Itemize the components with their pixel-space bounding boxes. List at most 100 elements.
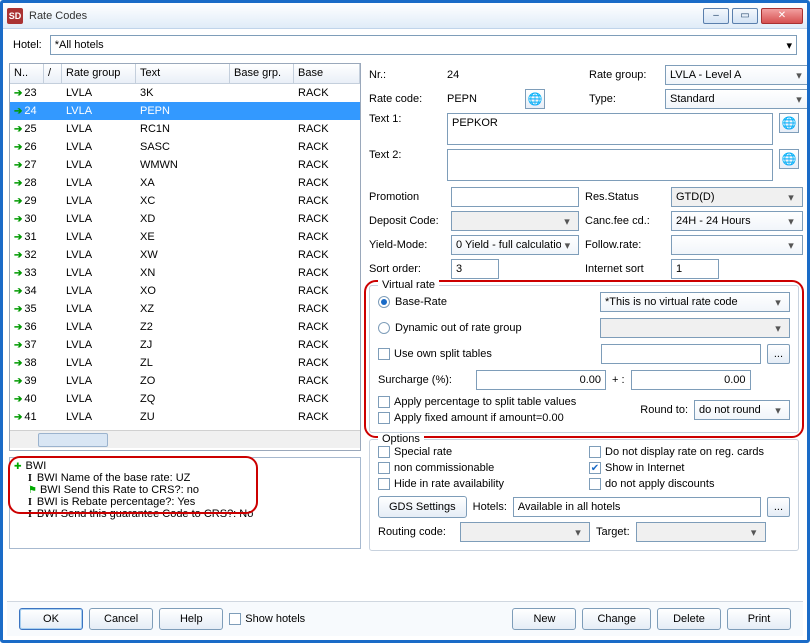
col-num[interactable]: N.. xyxy=(10,64,44,83)
new-button[interactable]: New xyxy=(512,608,576,630)
yield-select[interactable]: 0 Yield - full calculation▾ xyxy=(451,235,579,255)
hotels-input[interactable]: Available in all hotels xyxy=(513,497,761,517)
table-row[interactable]: 41LVLAZURACK xyxy=(10,408,360,426)
app-icon: SD xyxy=(7,8,23,24)
round-label: Round to: xyxy=(640,404,688,416)
horizontal-scrollbar[interactable] xyxy=(10,430,360,448)
routing-select[interactable]: ▾ xyxy=(460,522,590,542)
col-basegrp[interactable]: Base grp. xyxy=(230,64,294,83)
plus-input[interactable]: 0.00 xyxy=(631,370,751,390)
type-label: Type: xyxy=(589,93,659,105)
chevron-down-icon: ▾ xyxy=(786,39,792,52)
target-label: Target: xyxy=(596,526,630,538)
surcharge-label: Surcharge (%): xyxy=(378,374,470,386)
gds-settings-button[interactable]: GDS Settings xyxy=(378,496,467,518)
cancel-button[interactable]: Cancel xyxy=(89,608,153,630)
close-button[interactable]: ✕ xyxy=(761,8,803,24)
table-row[interactable]: 39LVLAZORACK xyxy=(10,372,360,390)
show-hotels-check[interactable]: Show hotels xyxy=(229,613,305,625)
delete-button[interactable]: Delete xyxy=(657,608,721,630)
hotel-label: Hotel: xyxy=(13,39,42,51)
internetsort-label: Internet sort xyxy=(585,263,665,275)
table-row[interactable]: 31LVLAXERACK xyxy=(10,228,360,246)
baserate-radio[interactable]: Base-Rate xyxy=(378,296,447,308)
no-discount-check[interactable]: do not apply discounts xyxy=(589,478,790,490)
hotel-select[interactable]: *All hotels ▾ xyxy=(50,35,797,55)
table-row[interactable]: 33LVLAXNRACK xyxy=(10,264,360,282)
deposit-select[interactable]: ▾ xyxy=(451,211,579,231)
follow-select[interactable]: ▾ xyxy=(671,235,803,255)
hotels-browse-button[interactable]: ... xyxy=(767,497,790,517)
baserate-select[interactable]: *This is no virtual rate code▾ xyxy=(600,292,790,312)
hide-availability-check[interactable]: Hide in rate availability xyxy=(378,478,579,490)
dynamic-select[interactable]: ▾ xyxy=(600,318,790,338)
target-select[interactable]: ▾ xyxy=(636,522,766,542)
type-select[interactable]: Standard▾ xyxy=(665,89,807,109)
text2-input[interactable] xyxy=(447,149,773,181)
table-row[interactable]: 32LVLAXWRACK xyxy=(10,246,360,264)
print-button[interactable]: Print xyxy=(727,608,791,630)
table-row[interactable]: 27LVLAWMWNRACK xyxy=(10,156,360,174)
options-group: Options Special rate Do not display rate… xyxy=(369,439,799,551)
flag-icon xyxy=(26,484,40,496)
split-browse-button[interactable]: ... xyxy=(767,344,790,364)
no-display-regcards-check[interactable]: Do not display rate on reg. cards xyxy=(589,446,790,458)
table-row[interactable]: 38LVLAZLRACK xyxy=(10,354,360,372)
table-row[interactable]: 23LVLA3KRACK xyxy=(10,84,360,102)
noncomm-check[interactable]: non commissionable xyxy=(378,462,579,474)
table-row[interactable]: 24LVLAPEPN xyxy=(10,102,360,120)
virtual-rate-group: Virtual rate Base-Rate *This is no virtu… xyxy=(369,285,799,433)
text1-input[interactable]: PEPKOR xyxy=(447,113,773,145)
dynamic-radio[interactable]: Dynamic out of rate group xyxy=(378,322,522,334)
help-button[interactable]: Help xyxy=(159,608,223,630)
window-title: Rate Codes xyxy=(29,10,703,22)
globe-button[interactable]: 🌐 xyxy=(779,149,799,169)
split-tables-check[interactable]: Use own split tables xyxy=(378,348,492,360)
rate-codes-window: SD Rate Codes – ▭ ✕ Hotel: *All hotels ▾… xyxy=(0,0,810,643)
globe-button[interactable]: 🌐 xyxy=(779,113,799,133)
nr-label: Nr.: xyxy=(369,69,441,81)
minimize-button[interactable]: – xyxy=(703,8,729,24)
rategroup-label: Rate group: xyxy=(589,69,659,81)
col-base[interactable]: Base xyxy=(294,64,360,83)
ok-button[interactable]: OK xyxy=(19,608,83,630)
col-text[interactable]: Text xyxy=(136,64,230,83)
table-row[interactable]: 35LVLAXZRACK xyxy=(10,300,360,318)
rate-codes-grid[interactable]: N.. / Rate group Text Base grp. Base 23L… xyxy=(9,63,361,451)
round-select[interactable]: do not round▾ xyxy=(694,400,790,420)
col-sort[interactable]: / xyxy=(44,64,62,83)
apply-fixed-check[interactable]: Apply fixed amount if amount=0.00 xyxy=(378,412,576,424)
promotion-input[interactable] xyxy=(451,187,579,207)
rategroup-select[interactable]: LVLA - Level A▾ xyxy=(665,65,807,85)
table-row[interactable]: 30LVLAXDRACK xyxy=(10,210,360,228)
special-rate-check[interactable]: Special rate xyxy=(378,446,579,458)
info-icon xyxy=(26,496,37,508)
bwi-line2: BWI Send this Rate to CRS?: no xyxy=(40,484,199,496)
split-input[interactable] xyxy=(601,344,761,364)
text2-label: Text 2: xyxy=(369,149,441,161)
table-row[interactable]: 37LVLAZJRACK xyxy=(10,336,360,354)
table-row[interactable]: 28LVLAXARACK xyxy=(10,174,360,192)
internetsort-input[interactable]: 1 xyxy=(671,259,719,279)
sort-input[interactable]: 3 xyxy=(451,259,499,279)
ratecode-value: PEPN xyxy=(447,93,519,105)
table-row[interactable]: 25LVLARC1NRACK xyxy=(10,120,360,138)
col-group[interactable]: Rate group xyxy=(62,64,136,83)
change-button[interactable]: Change xyxy=(582,608,651,630)
globe-button[interactable]: 🌐 xyxy=(525,89,545,109)
bwi-line1: BWI Name of the base rate: UZ xyxy=(37,472,190,484)
table-row[interactable]: 34LVLAXORACK xyxy=(10,282,360,300)
table-row[interactable]: 26LVLASASCRACK xyxy=(10,138,360,156)
plus-icon xyxy=(14,460,26,472)
resstatus-select[interactable]: GTD(D)▾ xyxy=(671,187,803,207)
table-row[interactable]: 29LVLAXCRACK xyxy=(10,192,360,210)
show-internet-check[interactable]: ✔Show in Internet xyxy=(589,462,790,474)
routing-label: Routing code: xyxy=(378,526,454,538)
surcharge-input[interactable]: 0.00 xyxy=(476,370,606,390)
cancfee-select[interactable]: 24H - 24 Hours▾ xyxy=(671,211,803,231)
maximize-button[interactable]: ▭ xyxy=(732,8,758,24)
apply-pct-check[interactable]: Apply percentage to split table values xyxy=(378,396,576,408)
nr-value: 24 xyxy=(447,69,547,81)
table-row[interactable]: 36LVLAZ2RACK xyxy=(10,318,360,336)
table-row[interactable]: 40LVLAZQRACK xyxy=(10,390,360,408)
